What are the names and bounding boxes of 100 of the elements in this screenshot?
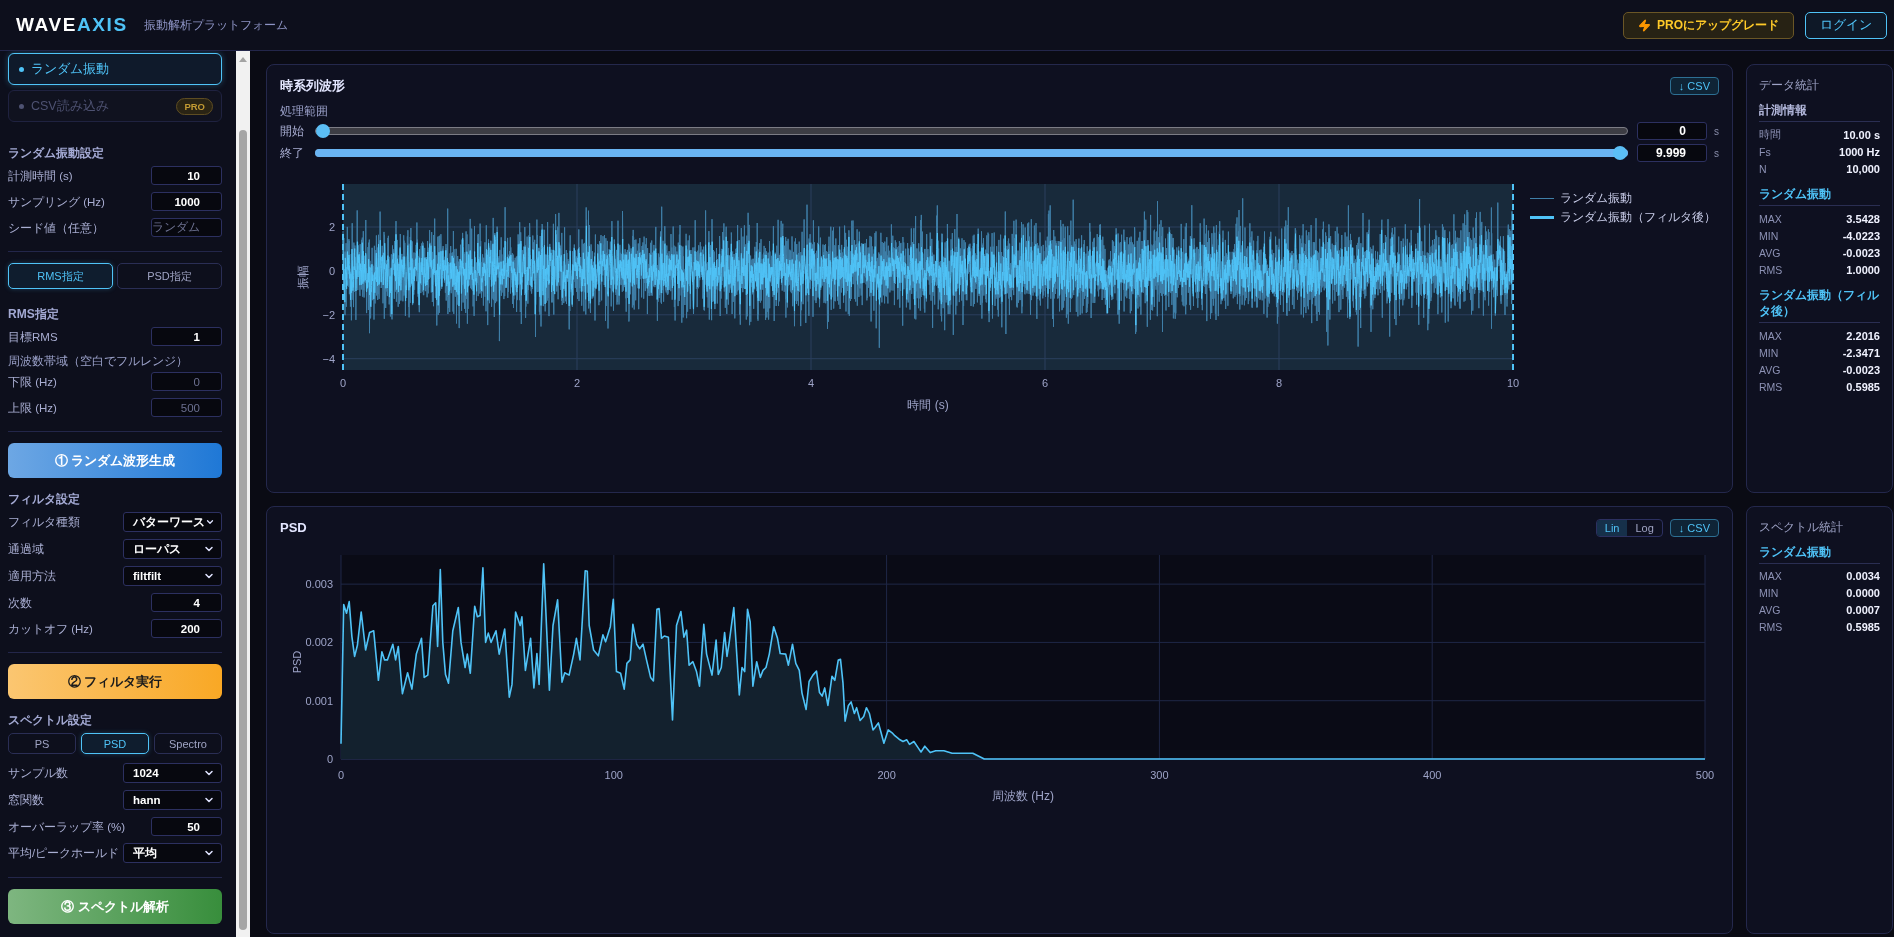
- field-label: 下限 (Hz): [8, 374, 57, 389]
- field-label: 目標RMS: [8, 329, 58, 344]
- stat-label: MAX: [1759, 212, 1782, 225]
- dropdown[interactable]: filtfilt: [123, 566, 222, 586]
- stat-value: 0.5985: [1846, 621, 1880, 633]
- toggle-button[interactable]: Spectro: [154, 733, 222, 754]
- field-label: 次数: [8, 595, 32, 610]
- stat-value: 10.00 s: [1843, 128, 1880, 141]
- slider-thumb[interactable]: [1613, 146, 1627, 160]
- field-label: シード値（任意）: [8, 220, 104, 235]
- slider-label: 終了: [280, 145, 305, 161]
- dropdown[interactable]: 平均: [123, 843, 222, 863]
- pro-badge: PRO: [176, 97, 213, 115]
- scale-toggle-button[interactable]: Lin: [1596, 519, 1628, 536]
- logo: WAVEAXIS: [16, 14, 128, 36]
- number-input[interactable]: 200: [151, 619, 222, 638]
- panel-title: PSD: [280, 519, 307, 536]
- bullet-dot-icon: [19, 66, 24, 72]
- stat-value: -4.0223: [1842, 229, 1880, 242]
- scrollbar[interactable]: [236, 51, 250, 937]
- unit-label: s: [1714, 125, 1719, 137]
- stat-value: 3.5428: [1846, 212, 1880, 225]
- group-heading: ランダム振動（フィルタ後）: [1759, 287, 1880, 323]
- toggle-button[interactable]: RMS指定: [8, 263, 113, 289]
- toggle-button[interactable]: PS: [8, 733, 76, 754]
- number-input[interactable]: 500: [151, 398, 222, 417]
- panel-title: 時系列波形: [280, 78, 345, 94]
- number-input[interactable]: 10: [151, 166, 222, 185]
- stat-label: MIN: [1759, 587, 1779, 599]
- field-label: サンプリング (Hz): [8, 194, 105, 209]
- axis-tick-label: 300: [1150, 768, 1169, 781]
- axis-tick-label: 0: [337, 768, 345, 781]
- toggle-button[interactable]: PSD指定: [117, 263, 222, 289]
- stat-label: RMS: [1759, 621, 1783, 633]
- range-label: 処理範囲: [280, 104, 328, 118]
- stat-value: 0.0000: [1846, 587, 1880, 599]
- dropdown[interactable]: 1024: [123, 763, 222, 783]
- upgrade-button[interactable]: PROにアップグレード: [1623, 11, 1794, 39]
- dropdown[interactable]: hann: [123, 790, 222, 810]
- stat-label: 時間: [1759, 127, 1781, 142]
- number-input[interactable]: 0: [1637, 122, 1707, 140]
- group-heading: ランダム振動: [1759, 543, 1880, 564]
- number-input[interactable]: 9.999: [1637, 144, 1707, 162]
- number-input[interactable]: 1: [151, 327, 222, 346]
- scrollbar-thumb[interactable]: [239, 130, 247, 930]
- legend-label: ランダム振動（フィルタ後）: [1560, 209, 1716, 226]
- field-label: オーバーラップ率 (%): [8, 819, 126, 834]
- number-input[interactable]: ランダム: [151, 218, 222, 237]
- section-heading: RMS指定: [8, 307, 59, 321]
- number-input[interactable]: 1000: [151, 192, 222, 211]
- action-button[interactable]: ② フィルタ実行: [8, 664, 222, 699]
- axis-tick-label: 0.001: [305, 694, 333, 707]
- dropdown[interactable]: バターワース: [123, 512, 222, 532]
- slider-thumb[interactable]: [316, 124, 330, 138]
- legend-label: ランダム振動: [1560, 190, 1632, 207]
- stat-label: AVG: [1759, 246, 1781, 259]
- axis-tick-label: 100: [604, 768, 623, 781]
- field-label: 通過域: [8, 542, 44, 556]
- mode-item[interactable]: ランダム振動: [8, 53, 222, 85]
- login-button[interactable]: ログイン: [1805, 11, 1887, 39]
- axis-tick-label: 0: [328, 264, 335, 277]
- section-heading: フィルタ設定: [8, 492, 80, 506]
- unit-label: s: [1714, 147, 1719, 159]
- axis-title: 周波数 (Hz): [992, 788, 1054, 803]
- range-slider[interactable]: [315, 149, 1628, 157]
- axis-title: 振幅: [296, 265, 310, 289]
- axis-tick-label: 200: [877, 768, 896, 781]
- panel-title: データ統計: [1759, 77, 1819, 93]
- field-label: フィルタ種類: [8, 515, 80, 529]
- slider-label: 開始: [280, 123, 305, 139]
- lightning-icon: [1638, 18, 1651, 32]
- section-heading: スペクトル設定: [8, 713, 92, 727]
- app-subtitle: 振動解析プラットフォーム: [143, 17, 288, 33]
- toggle-button[interactable]: PSD: [81, 733, 149, 754]
- stat-label: N: [1759, 162, 1767, 175]
- stat-label: MIN: [1759, 346, 1779, 359]
- stat-value: 10,000: [1846, 162, 1880, 175]
- group-heading: 計測情報: [1759, 102, 1880, 122]
- number-input[interactable]: 50: [151, 817, 222, 836]
- number-input[interactable]: 0: [151, 372, 222, 391]
- stat-label: RMS: [1759, 263, 1783, 276]
- csv-download-button[interactable]: ↓ CSV: [1669, 518, 1719, 537]
- range-slider[interactable]: [315, 127, 1628, 135]
- stat-value: -2.3471: [1842, 346, 1880, 359]
- axis-tick-label: 6: [1041, 377, 1049, 389]
- field-label: 適用方法: [8, 569, 56, 583]
- axis-tick-label: −2: [322, 308, 335, 321]
- axis-tick-label: 400: [1423, 768, 1442, 781]
- axis-tick-label: −4: [322, 352, 335, 365]
- dropdown[interactable]: ローパス: [123, 539, 222, 559]
- scale-toggle-button[interactable]: Log: [1627, 519, 1662, 536]
- axis-title: PSD: [291, 650, 303, 673]
- stat-value: 0.0034: [1846, 570, 1880, 582]
- scroll-up-arrow-icon[interactable]: [239, 57, 247, 62]
- number-input[interactable]: 4: [151, 593, 222, 612]
- field-label: 窓関数: [8, 793, 44, 807]
- panel-title: スペクトル統計: [1759, 518, 1843, 535]
- field-label: サンプル数: [8, 766, 68, 780]
- csv-download-button[interactable]: ↓ CSV: [1669, 77, 1719, 95]
- axis-title: 時間 (s): [907, 398, 949, 412]
